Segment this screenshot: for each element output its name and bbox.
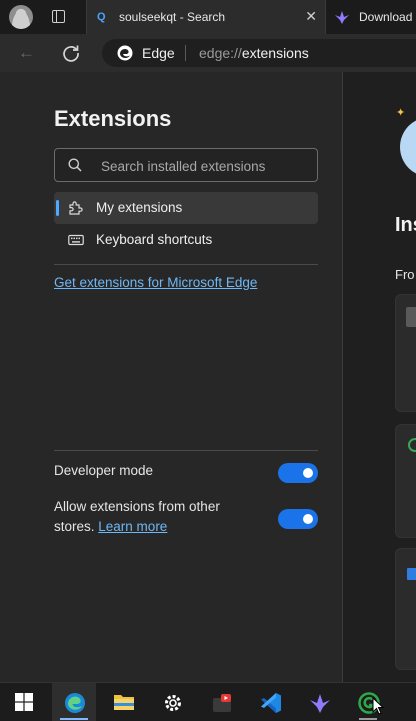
sidebar-item-label: Keyboard shortcuts	[96, 232, 213, 247]
sparkle-icon: ✦	[396, 107, 406, 119]
learn-more-link[interactable]: Learn more	[98, 519, 167, 534]
start-button[interactable]	[2, 683, 46, 721]
tab-title: soulseekqt - Search	[119, 10, 226, 24]
bird-favicon-icon	[335, 11, 349, 24]
url-host: extensions	[241, 45, 309, 61]
search-icon	[68, 158, 82, 172]
tab-close-icon[interactable]: ✕	[305, 8, 317, 25]
developer-mode-label: Developer mode	[54, 463, 154, 478]
address-separator	[185, 45, 186, 61]
allow-other-stores-label: Allow extensions from other stores. Lear…	[54, 497, 254, 537]
mouse-cursor-icon	[372, 697, 384, 715]
taskbar-bird-app[interactable]	[297, 683, 341, 721]
extensions-sidebar: Extensions My extensions Keyboard shortc…	[0, 72, 342, 682]
search-box[interactable]	[54, 148, 318, 183]
media-app-icon	[213, 694, 231, 712]
tab-title: Download	[359, 10, 413, 24]
extension-card[interactable]	[395, 294, 416, 412]
extension-icon	[407, 568, 416, 580]
get-extensions-link[interactable]: Get extensions for Microsoft Edge	[54, 275, 257, 290]
selection-indicator	[56, 200, 59, 216]
taskbar-edge[interactable]	[52, 683, 96, 721]
edge-logo-icon	[117, 45, 133, 61]
url-scheme: edge://	[199, 45, 242, 61]
url-text: edge://extensions	[199, 45, 309, 61]
back-arrow-icon[interactable]: ←	[18, 43, 35, 63]
search-input[interactable]	[99, 149, 313, 183]
page-title: Extensions	[54, 106, 172, 131]
tab-actions-icon[interactable]	[52, 10, 65, 23]
divider	[54, 264, 318, 265]
taskbar-file-explorer[interactable]	[101, 683, 145, 721]
promo-illustration	[400, 117, 416, 177]
taskbar-vscode[interactable]	[248, 683, 292, 721]
search-favicon-icon: Q	[97, 11, 106, 23]
taskbar-settings[interactable]	[150, 683, 194, 721]
extension-icon	[408, 438, 416, 452]
source-subheading: Fro	[395, 267, 415, 282]
tab-strip: Q soulseekqt - Search ✕ Download	[0, 0, 416, 34]
file-explorer-icon	[114, 695, 134, 710]
main-content: ✦ Ins Fro	[343, 72, 416, 682]
allow-other-stores-toggle[interactable]	[278, 509, 318, 529]
extension-card[interactable]	[395, 548, 416, 670]
edge-label: Edge	[142, 45, 175, 61]
taskbar-media-app[interactable]	[199, 683, 243, 721]
divider	[54, 450, 318, 451]
keyboard-icon	[68, 234, 84, 246]
developer-mode-toggle[interactable]	[278, 463, 318, 483]
browser-toolbar: ← Edge edge://extensions	[0, 34, 416, 72]
edge-icon	[65, 693, 85, 713]
address-bar[interactable]: Edge edge://extensions	[102, 39, 416, 67]
vscode-icon	[261, 693, 281, 713]
windows-start-icon	[15, 693, 33, 711]
extension-card[interactable]	[395, 424, 416, 538]
taskbar	[0, 682, 416, 721]
settings-gear-icon	[165, 695, 181, 711]
tab-download[interactable]: Download	[326, 0, 416, 34]
extension-icon	[406, 307, 416, 327]
sidebar-item-label: My extensions	[96, 200, 183, 215]
sidebar-item-keyboard-shortcuts[interactable]: Keyboard shortcuts	[54, 224, 318, 256]
bird-app-icon	[310, 694, 330, 713]
sidebar-item-my-extensions[interactable]: My extensions	[54, 192, 318, 224]
profile-avatar-icon[interactable]	[9, 5, 33, 29]
tab-active[interactable]: Q soulseekqt - Search ✕	[86, 0, 326, 34]
refresh-icon[interactable]	[60, 42, 82, 64]
installed-heading: Ins	[395, 214, 416, 236]
puzzle-icon	[69, 201, 83, 215]
